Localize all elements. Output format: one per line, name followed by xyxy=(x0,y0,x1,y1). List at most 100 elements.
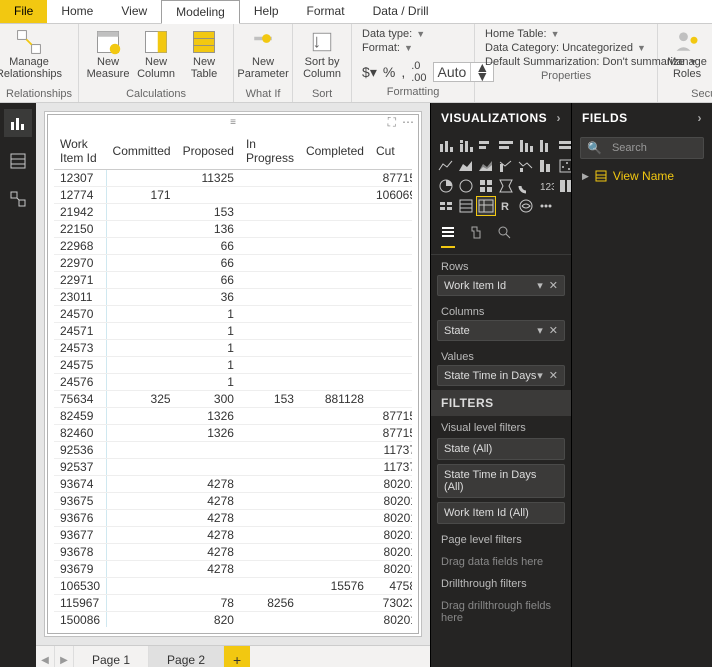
home-table-dropdown[interactable]: Home Table:▼ xyxy=(485,28,647,40)
add-page-button[interactable]: + xyxy=(224,646,250,667)
table-row[interactable]: 936764278802011 xyxy=(54,510,412,527)
page-filters-hint[interactable]: Drag data fields here xyxy=(431,550,571,572)
rows-field-well[interactable]: Work Item Id▾✕ xyxy=(437,275,565,296)
matrix-header[interactable]: Cut xyxy=(370,133,412,170)
viz-type-icon[interactable] xyxy=(517,197,535,215)
viz-type-icon[interactable] xyxy=(537,137,555,155)
page-prev-button[interactable]: ◀ xyxy=(36,646,55,667)
data-view-button[interactable] xyxy=(4,147,32,175)
viz-type-icon[interactable] xyxy=(477,177,495,195)
table-row[interactable]: 245701 xyxy=(54,306,412,323)
table-row[interactable]: 1065301557647586 xyxy=(54,578,412,595)
decimal-decrease-button[interactable]: .0.00 xyxy=(411,60,426,84)
matrix-header[interactable]: Completed xyxy=(300,133,370,170)
fields-search[interactable]: 🔍 xyxy=(580,137,704,159)
table-row[interactable]: 2297066 xyxy=(54,255,412,272)
table-row[interactable]: 1230711325877150 xyxy=(54,170,412,187)
new-column-button[interactable]: New Column xyxy=(133,26,179,82)
tab-home[interactable]: Home xyxy=(47,0,107,23)
field-table-row[interactable]: ▶ View Name xyxy=(582,169,702,183)
format-dropdown[interactable]: Format:▼ xyxy=(362,42,464,54)
table-row[interactable]: 936744278802011 xyxy=(54,476,412,493)
table-row[interactable]: 127741711060696 xyxy=(54,187,412,204)
table-row[interactable]: 21942153 xyxy=(54,204,412,221)
viz-type-icon[interactable] xyxy=(457,197,475,215)
viz-type-icon[interactable] xyxy=(497,177,515,195)
viz-type-icon[interactable] xyxy=(517,177,535,195)
viz-type-icon[interactable] xyxy=(457,137,475,155)
viz-type-icon[interactable] xyxy=(477,197,495,215)
sort-by-column-button[interactable]: Sort by Column xyxy=(299,26,345,82)
visual-options-icon[interactable]: ⋯ xyxy=(402,115,414,130)
columns-field-well[interactable]: State▾✕ xyxy=(437,320,565,341)
matrix-visual[interactable]: ≡ ⛶ ⋯ Work Item IdCommittedProposedIn Pr… xyxy=(47,114,419,634)
remove-field-icon[interactable]: ✕ xyxy=(549,369,558,382)
focus-mode-icon[interactable]: ⛶ xyxy=(388,115,396,130)
new-measure-button[interactable]: New Measure xyxy=(85,26,131,82)
remove-field-icon[interactable]: ✕ xyxy=(549,279,558,292)
table-row[interactable]: 115967788256730236 xyxy=(54,595,412,612)
matrix-header[interactable]: In Progress xyxy=(240,133,300,170)
viz-type-icon[interactable] xyxy=(477,157,495,175)
expand-icon[interactable]: ▶ xyxy=(582,171,589,182)
filter-state-time[interactable]: State Time in Days (All) xyxy=(437,464,565,498)
viz-type-icon[interactable] xyxy=(517,157,535,175)
matrix-header[interactable]: Committed xyxy=(107,133,177,170)
drag-handle-icon[interactable]: ≡ xyxy=(230,117,236,128)
comma-format-button[interactable]: , xyxy=(401,64,405,80)
table-row[interactable]: 245711 xyxy=(54,323,412,340)
manage-roles-button[interactable]: Manage Roles xyxy=(664,26,710,82)
viz-type-icon[interactable] xyxy=(457,177,475,195)
viz-type-icon[interactable] xyxy=(517,137,535,155)
table-row[interactable]: 2297166 xyxy=(54,272,412,289)
report-canvas[interactable]: ≡ ⛶ ⋯ Work Item IdCommittedProposedIn Pr… xyxy=(44,111,422,637)
fields-tab-icon[interactable] xyxy=(441,225,455,248)
table-row[interactable]: 22150136 xyxy=(54,221,412,238)
chevron-down-icon[interactable]: ▾ xyxy=(537,279,543,292)
table-row[interactable]: 92537117370 xyxy=(54,459,412,476)
viz-type-icon[interactable] xyxy=(457,157,475,175)
manage-relationships-button[interactable]: Manage Relationships xyxy=(6,26,52,82)
tab-view[interactable]: View xyxy=(107,0,161,23)
table-row[interactable]: 75634325300153881128 xyxy=(54,391,412,408)
chevron-down-icon[interactable]: ▾ xyxy=(537,369,543,382)
report-view-button[interactable] xyxy=(4,109,32,137)
format-tab-icon[interactable] xyxy=(469,225,483,248)
table-row[interactable]: 824591326877150 xyxy=(54,408,412,425)
viz-type-icon[interactable] xyxy=(437,137,455,155)
table-row[interactable]: 92536117370 xyxy=(54,442,412,459)
filter-work-item-id[interactable]: Work Item Id (All) xyxy=(437,502,565,524)
data-category-dropdown[interactable]: Data Category: Uncategorized▼ xyxy=(485,42,647,54)
tab-modeling[interactable]: Modeling xyxy=(161,0,240,24)
table-row[interactable]: 150086820802011 xyxy=(54,612,412,628)
viz-type-icon[interactable] xyxy=(537,197,555,215)
tab-data-drill[interactable]: Data / Drill xyxy=(359,0,443,23)
fields-search-input[interactable] xyxy=(608,138,712,158)
viz-type-icon[interactable] xyxy=(437,157,455,175)
data-type-dropdown[interactable]: Data type:▼ xyxy=(362,28,464,40)
viz-type-icon[interactable]: R xyxy=(497,197,515,215)
viz-type-icon[interactable]: 123 xyxy=(537,177,555,195)
table-row[interactable]: 936774278802011 xyxy=(54,527,412,544)
viz-type-icon[interactable] xyxy=(477,137,495,155)
table-row[interactable]: 245751 xyxy=(54,357,412,374)
remove-field-icon[interactable]: ✕ xyxy=(549,324,558,337)
model-view-button[interactable] xyxy=(4,185,32,213)
viz-type-icon[interactable] xyxy=(537,157,555,175)
viz-type-icon[interactable] xyxy=(437,197,455,215)
values-field-well[interactable]: State Time in Days▾✕ xyxy=(437,365,565,386)
drillthrough-filters-hint[interactable]: Drag drillthrough fields here xyxy=(431,594,571,628)
collapse-fields-icon[interactable]: › xyxy=(698,111,703,125)
matrix-header[interactable]: Proposed xyxy=(177,133,240,170)
viz-type-icon[interactable] xyxy=(437,177,455,195)
new-parameter-button[interactable]: New Parameter xyxy=(240,26,286,82)
collapse-visualizations-icon[interactable]: › xyxy=(557,111,562,125)
tab-file[interactable]: File xyxy=(0,0,47,23)
page-tab-2[interactable]: Page 2 xyxy=(149,646,224,667)
chevron-down-icon[interactable]: ▾ xyxy=(537,324,543,337)
default-summarization-dropdown[interactable]: Default Summarization: Don't summarize▼ xyxy=(485,56,647,68)
tab-help[interactable]: Help xyxy=(240,0,293,23)
table-row[interactable]: 936754278802011 xyxy=(54,493,412,510)
table-row[interactable]: 936794278802011 xyxy=(54,561,412,578)
tab-format[interactable]: Format xyxy=(293,0,359,23)
